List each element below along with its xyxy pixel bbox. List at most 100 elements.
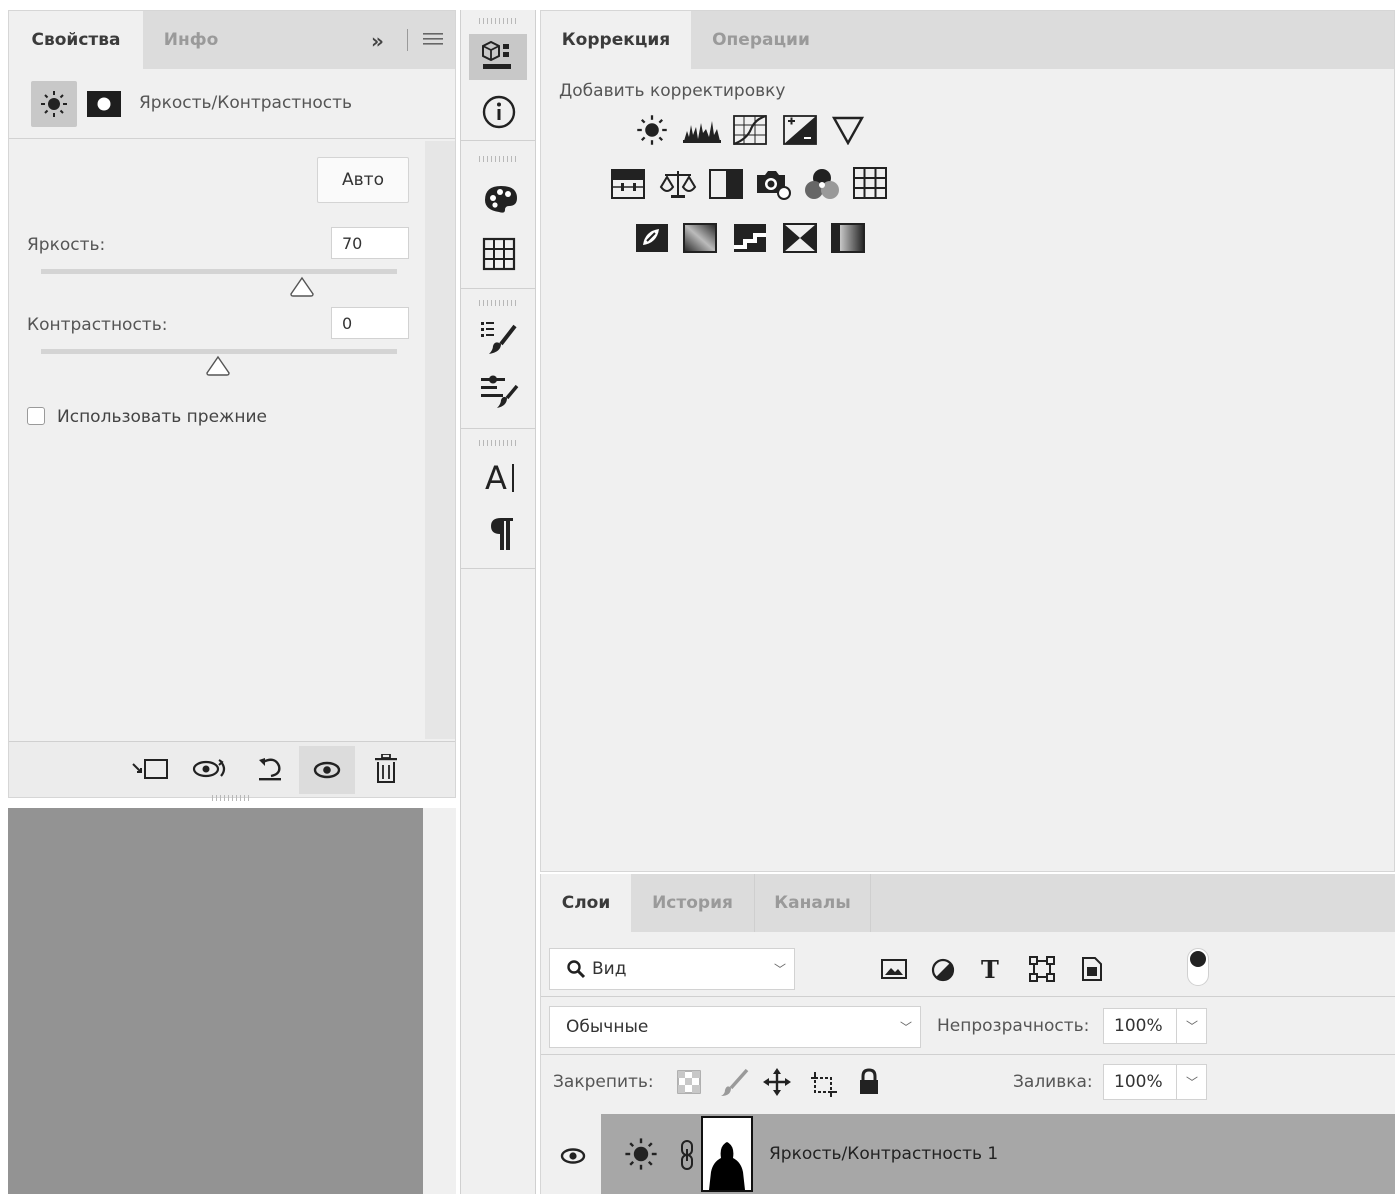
- paragraph-panel-icon[interactable]: [487, 516, 517, 552]
- trash-icon[interactable]: [373, 754, 399, 784]
- opacity-label: Непрозрачность:: [937, 1016, 1090, 1036]
- black-white-icon[interactable]: [709, 169, 743, 199]
- info-icon[interactable]: [481, 94, 517, 130]
- view-previous-state-icon[interactable]: [191, 756, 231, 782]
- shape-layer-filter-icon[interactable]: [1029, 956, 1055, 982]
- layers-tabbar: Слои История Каналы: [541, 874, 1395, 932]
- tab-channels[interactable]: Каналы: [755, 874, 871, 932]
- tab-divider: [407, 29, 408, 51]
- tab-history[interactable]: История: [631, 874, 755, 932]
- dock-grip[interactable]: [479, 18, 519, 24]
- chevron-down-icon: ﹀: [773, 962, 786, 977]
- layers-panel: Слои История Каналы Вид ﹀ T Обычные ﹀ Не…: [540, 874, 1395, 1194]
- photo-filter-icon[interactable]: [755, 167, 793, 201]
- dock-grip[interactable]: [479, 156, 519, 162]
- tab-actions[interactable]: Операции: [691, 11, 831, 69]
- reset-icon[interactable]: [255, 754, 285, 784]
- channel-mixer-icon[interactable]: [803, 167, 841, 201]
- divider: [541, 996, 1395, 997]
- tab-properties[interactable]: Свойства: [9, 11, 143, 69]
- canvas-side-strip: [423, 808, 456, 1194]
- dock-separator: [461, 288, 535, 289]
- swatches-grid-icon[interactable]: [481, 236, 517, 272]
- toggle-visibility-button[interactable]: [299, 746, 355, 794]
- adjustment-layer-filter-icon[interactable]: [931, 958, 955, 982]
- fill-value: 100%: [1114, 1072, 1163, 1092]
- posterize-icon[interactable]: [683, 223, 717, 253]
- 3d-panel-icon[interactable]: [469, 34, 527, 80]
- properties-footer: [9, 741, 455, 797]
- lock-all-icon[interactable]: [857, 1068, 881, 1096]
- brightness-slider-thumb[interactable]: [289, 276, 315, 298]
- lock-label: Закрепить:: [553, 1072, 654, 1092]
- document-canvas-area: [8, 808, 423, 1194]
- search-icon: [566, 959, 586, 979]
- invert-icon[interactable]: [635, 223, 669, 253]
- threshold-icon[interactable]: [733, 223, 767, 253]
- adjustment-brightness-icon[interactable]: [31, 81, 77, 127]
- dock-grip[interactable]: [479, 300, 519, 306]
- properties-scrollbar[interactable]: [425, 141, 455, 739]
- lock-position-icon[interactable]: [763, 1068, 791, 1096]
- opacity-value: 100%: [1114, 1016, 1163, 1036]
- auto-button[interactable]: Авто: [317, 157, 409, 203]
- contrast-slider-track[interactable]: [41, 349, 397, 354]
- properties-panel: Свойства Инфо » Яркость/Контрастность Ав…: [8, 10, 456, 798]
- opacity-input[interactable]: 100% ﹀: [1103, 1008, 1207, 1044]
- fill-input[interactable]: 100% ﹀: [1103, 1064, 1207, 1100]
- layer-name[interactable]: Яркость/Контрастность 1: [769, 1144, 998, 1164]
- use-legacy-label: Использовать прежние: [57, 407, 267, 427]
- clip-to-layer-icon[interactable]: [131, 756, 171, 782]
- dock-grip[interactable]: [479, 440, 519, 446]
- levels-icon[interactable]: [683, 117, 721, 143]
- layer-visibility-icon[interactable]: [559, 1146, 587, 1166]
- vibrance-icon[interactable]: [831, 115, 865, 145]
- hue-saturation-icon[interactable]: [611, 169, 645, 199]
- pixel-layer-filter-icon[interactable]: [881, 958, 907, 980]
- adjustment-layer-brightness-icon: [623, 1136, 659, 1172]
- tab-info[interactable]: Инфо: [143, 11, 239, 69]
- layer-filter-dropdown[interactable]: Вид ﹀: [549, 948, 795, 990]
- chevron-down-icon[interactable]: ﹀: [1186, 1018, 1198, 1035]
- lock-image-pixels-icon[interactable]: [719, 1068, 749, 1098]
- link-chain-icon[interactable]: [679, 1140, 695, 1170]
- filter-toggle-switch[interactable]: [1187, 948, 1209, 986]
- brightness-contrast-icon[interactable]: [635, 113, 669, 147]
- lock-artboard-icon[interactable]: [809, 1070, 839, 1098]
- chevron-down-icon[interactable]: ﹀: [1186, 1074, 1198, 1091]
- tab-layers[interactable]: Слои: [541, 874, 631, 932]
- lock-transparent-pixels-icon[interactable]: [677, 1070, 701, 1094]
- color-palette-icon[interactable]: [481, 180, 519, 216]
- brush-settings-icon[interactable]: [479, 372, 519, 412]
- fill-label: Заливка:: [1013, 1072, 1093, 1092]
- type-layer-filter-icon[interactable]: T: [979, 956, 1005, 982]
- panel-collapse-icon[interactable]: »: [371, 29, 384, 53]
- brightness-input[interactable]: 70: [331, 227, 409, 259]
- panel-menu-icon[interactable]: [423, 31, 443, 47]
- brush-presets-icon[interactable]: [479, 316, 519, 356]
- layer-mask-thumbnail[interactable]: [701, 1116, 753, 1192]
- adjustments-panel: Коррекция Операции Добавить корректировк…: [540, 10, 1395, 872]
- use-legacy-checkbox[interactable]: [27, 407, 45, 425]
- blend-mode-dropdown[interactable]: Обычные ﹀: [549, 1006, 921, 1048]
- contrast-input[interactable]: 0: [331, 307, 409, 339]
- mask-icon[interactable]: [87, 91, 121, 117]
- layer-filter-label: Вид: [592, 959, 627, 979]
- contrast-slider-thumb[interactable]: [205, 355, 231, 377]
- selective-color-icon[interactable]: [783, 223, 817, 253]
- panel-resize-grip[interactable]: [212, 795, 252, 801]
- gradient-map-icon[interactable]: [831, 223, 865, 253]
- smart-object-filter-icon[interactable]: [1079, 956, 1105, 982]
- exposure-icon[interactable]: [783, 115, 817, 145]
- color-lookup-icon[interactable]: [853, 167, 887, 199]
- color-balance-icon[interactable]: [659, 169, 697, 199]
- tab-adjustments[interactable]: Коррекция: [541, 11, 691, 69]
- dock-separator: [461, 428, 535, 429]
- curves-icon[interactable]: [733, 115, 767, 145]
- svg-text:T: T: [981, 956, 999, 982]
- properties-header: Яркость/Контрастность: [9, 69, 455, 139]
- character-panel-icon[interactable]: A: [483, 458, 519, 496]
- layer-row[interactable]: Яркость/Контрастность 1: [601, 1114, 1395, 1194]
- dock-separator: [461, 140, 535, 141]
- brightness-slider-track[interactable]: [41, 269, 397, 274]
